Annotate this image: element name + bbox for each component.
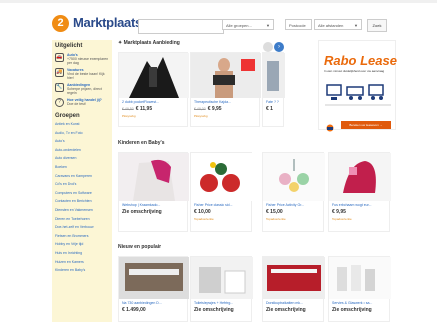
product-image <box>329 257 391 299</box>
section-featured-title: ✦ Marktplaats Aanbieding <box>118 40 180 46</box>
sidebar-category-item[interactable]: Audio, Tv en Foto <box>55 131 83 135</box>
carousel-next-button[interactable]: › <box>274 42 284 52</box>
sidebar-category-item[interactable]: Doe-het-zelf en Verbouw <box>55 225 94 229</box>
product-image <box>329 153 391 201</box>
search-input[interactable] <box>138 19 224 34</box>
featured-card[interactable]: Fate ? ? € 1 <box>262 52 285 127</box>
vehicle-icons <box>325 84 391 106</box>
product-image <box>263 153 325 201</box>
popular-card[interactable]: Na 730 aanbiedingen D... € 1.499,00 <box>118 256 189 322</box>
kids-card[interactable]: Fisher Price classic sid... € 10,00 Topa… <box>190 152 253 232</box>
ad-cta-button[interactable]: Bereken uw leasesom → <box>341 121 391 129</box>
product-image <box>119 257 189 299</box>
product-image <box>263 257 325 299</box>
kids-card[interactable]: Webshop | Kraamkado... Zie omschrijving <box>118 152 189 232</box>
sidebar-category-item[interactable]: Fietsen en Brommers <box>55 234 88 238</box>
sidebar-category-item[interactable]: Cd's en Dvd's <box>55 182 76 186</box>
header: 2 Marktplaats Alle groepen... ▼ Postcode … <box>0 3 437 36</box>
sidebar: Uitgelicht 🚗 Auto's +7500 nieuwe exemplar… <box>52 40 112 322</box>
sidebar-category-item[interactable]: Boeken <box>55 165 67 169</box>
featured-card[interactable]: 2 dubb pocketFlowest... € 49,50 € 11,95 P… <box>118 52 189 127</box>
sidebar-category-item[interactable]: Kinderen en Baby's <box>55 268 85 272</box>
sidebar-category-item[interactable]: Huis en Inrichting <box>55 251 82 255</box>
logo-text[interactable]: Marktplaats <box>73 15 142 30</box>
sidebar-category-item[interactable]: Huizen en Kamers <box>55 260 84 264</box>
sidebar-category-item[interactable]: Contacten en Berichten <box>55 199 92 203</box>
ad-subtitle: In één minuut duidelijkheid over uw aanv… <box>324 69 385 73</box>
search-button[interactable]: Zoek <box>367 19 387 32</box>
chevron-down-icon: ▼ <box>266 23 270 28</box>
product-image <box>191 53 261 98</box>
section-kids-title: Kinderen en Baby's <box>118 140 165 146</box>
sidebar-category-item[interactable]: Caravans en Kamperen <box>55 174 92 178</box>
popular-card[interactable]: Toiletslepwjes + Hefrtrg... Zie omschrij… <box>190 256 253 322</box>
rabobank-logo-icon <box>323 119 337 132</box>
product-image <box>119 153 189 201</box>
sidebar-category-item[interactable]: Auto's <box>55 139 65 143</box>
product-image <box>191 153 253 201</box>
sidebar-heading: Uitgelicht <box>55 43 83 49</box>
sidebar-category-item[interactable]: Auto-onderdelen <box>55 148 81 152</box>
product-image <box>191 257 253 299</box>
sidebar-category-item[interactable]: Dieren en Toebehoren <box>55 217 90 221</box>
groups-heading: Groepen <box>55 113 80 119</box>
tag-icon: ✦ <box>118 40 123 46</box>
carousel-prev-button[interactable] <box>263 42 273 52</box>
sidebar-category-item[interactable]: Diensten en Vakmensen <box>55 208 93 212</box>
ad-title: Rabo Lease <box>324 53 397 68</box>
featured-card[interactable]: Therapeutische Kajda... € 49,00 € 9,95 Pk… <box>190 52 261 127</box>
postcode-input[interactable]: Postcode <box>285 19 312 30</box>
help-icon: ? <box>55 98 64 107</box>
popular-card[interactable]: Servies & Glaswerk • sa... Zie omschrijv… <box>328 256 391 322</box>
logo-icon[interactable]: 2 <box>52 15 69 32</box>
popular-card[interactable]: Dorstkuptraikatten mk... Zie omschrijvin… <box>262 256 325 322</box>
product-image <box>119 53 189 98</box>
sidebar-category-item[interactable]: Antiek en Kunst <box>55 122 80 126</box>
sidebar-category-item[interactable]: Computers en Software <box>55 191 92 195</box>
category-select[interactable]: Alle groepen... ▼ <box>222 19 274 30</box>
sidebar-category-item[interactable]: Auto diversen <box>55 156 76 160</box>
kids-card[interactable]: Fisher Price Activity Gr... € 15,00 Topa… <box>262 152 325 232</box>
rabo-lease-ad[interactable]: Rabo Lease In één minuut duidelijkheid o… <box>318 40 397 132</box>
truck-icon: 🚚 <box>55 68 64 77</box>
product-image <box>263 53 285 98</box>
wrench-icon: 🔧 <box>55 83 64 92</box>
distance-select[interactable]: Alle afstanden ▼ <box>314 19 362 30</box>
chevron-down-icon: ▼ <box>354 23 358 28</box>
sidebar-category-item[interactable]: Hobby en Vrije tijd <box>55 242 83 246</box>
kids-card[interactable]: Fus erbchaam wogt eur... € 9,95 Topadver… <box>328 152 391 232</box>
section-popular-title: Nieuw en populair <box>118 244 162 250</box>
car-icon: 🚗 <box>55 53 64 62</box>
